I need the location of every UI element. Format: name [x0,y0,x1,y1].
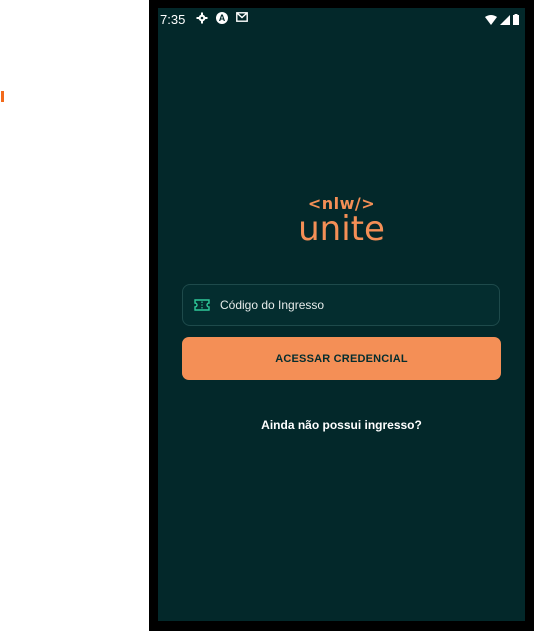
ticket-code-field[interactable] [182,284,500,326]
status-time: 7:35 [160,12,186,27]
a-circle-icon: A [216,12,228,24]
ticket-icon [194,299,210,311]
mail-icon [236,12,248,24]
app-logo: <nlw/> unite [158,193,525,249]
battery-icon [513,13,519,28]
orange-marker [1,91,4,102]
signal-icon [500,13,510,28]
status-icons-left: A [196,12,248,24]
no-ticket-link[interactable]: Ainda não possui ingresso? [158,418,525,432]
gear-icon [196,12,208,24]
access-credential-button[interactable]: ACESSAR CREDENCIAL [182,337,501,380]
wifi-icon [485,13,497,28]
status-bar: 7:35 A [158,8,525,32]
logo-unite-text: unite [298,209,385,249]
phone-frame: 7:35 A <nlw/> unite Código do Ingresso A… [149,0,534,631]
status-icons-right [485,13,519,28]
ticket-code-input[interactable] [220,298,470,312]
app-screen: 7:35 A <nlw/> unite Código do Ingresso A… [158,8,525,621]
